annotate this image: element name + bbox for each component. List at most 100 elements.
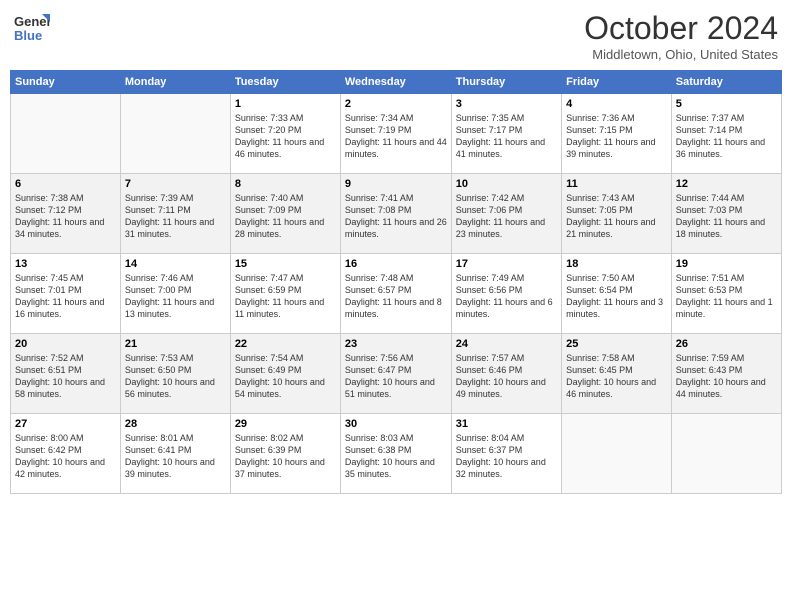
day-number: 4 xyxy=(566,98,667,110)
day-info: Sunrise: 8:02 AM Sunset: 6:39 PM Dayligh… xyxy=(235,432,336,481)
calendar-cell: 30 Sunrise: 8:03 AM Sunset: 6:38 PM Dayli… xyxy=(340,414,451,494)
calendar-cell: 5 Sunrise: 7:37 AM Sunset: 7:14 PM Daylig… xyxy=(671,94,781,174)
calendar-cell: 29 Sunrise: 8:02 AM Sunset: 6:39 PM Dayli… xyxy=(230,414,340,494)
day-info: Sunrise: 7:36 AM Sunset: 7:15 PM Dayligh… xyxy=(566,112,667,161)
day-info: Sunrise: 7:57 AM Sunset: 6:46 PM Dayligh… xyxy=(456,352,557,401)
calendar-week-1: 1Sunrise: 7:33 AM Sunset: 7:20 PM Daylig… xyxy=(11,94,782,174)
page-header: General Blue October 2024 Middletown, Oh… xyxy=(10,10,782,62)
calendar-cell: 22 Sunrise: 7:54 AM Sunset: 6:49 PM Dayli… xyxy=(230,334,340,414)
calendar-cell: 11 Sunrise: 7:43 AM Sunset: 7:05 PM Dayli… xyxy=(562,174,672,254)
day-number: 6 xyxy=(15,178,116,190)
day-info: Sunrise: 7:59 AM Sunset: 6:43 PM Dayligh… xyxy=(676,352,777,401)
calendar-cell: 13 Sunrise: 7:45 AM Sunset: 7:01 PM Dayli… xyxy=(11,254,121,334)
day-number: 27 xyxy=(15,418,116,430)
day-number: 28 xyxy=(125,418,226,430)
location: Middletown, Ohio, United States xyxy=(584,47,778,62)
day-number: 24 xyxy=(456,338,557,350)
calendar-cell: 21Sunrise: 7:53 AM Sunset: 6:50 PM Dayli… xyxy=(120,334,230,414)
calendar-cell: 25 Sunrise: 7:58 AM Sunset: 6:45 PM Dayli… xyxy=(562,334,672,414)
calendar-cell: 26Sunrise: 7:59 AM Sunset: 6:43 PM Dayli… xyxy=(671,334,781,414)
calendar-cell: 17Sunrise: 7:49 AM Sunset: 6:56 PM Dayli… xyxy=(451,254,561,334)
day-number: 30 xyxy=(345,418,447,430)
calendar-cell xyxy=(120,94,230,174)
day-number: 2 xyxy=(345,98,447,110)
day-number: 7 xyxy=(125,178,226,190)
day-number: 18 xyxy=(566,258,667,270)
day-info: Sunrise: 7:44 AM Sunset: 7:03 PM Dayligh… xyxy=(676,192,777,241)
day-number: 10 xyxy=(456,178,557,190)
logo-icon: General Blue xyxy=(14,10,50,46)
day-info: Sunrise: 7:53 AM Sunset: 6:50 PM Dayligh… xyxy=(125,352,226,401)
day-number: 31 xyxy=(456,418,557,430)
day-number: 9 xyxy=(345,178,447,190)
calendar-week-4: 20Sunrise: 7:52 AM Sunset: 6:51 PM Dayli… xyxy=(11,334,782,414)
day-number: 22 xyxy=(235,338,336,350)
day-number: 13 xyxy=(15,258,116,270)
calendar-cell: 14 Sunrise: 7:46 AM Sunset: 7:00 PM Dayli… xyxy=(120,254,230,334)
day-number: 3 xyxy=(456,98,557,110)
header-wednesday: Wednesday xyxy=(340,71,451,94)
calendar-week-5: 27 Sunrise: 8:00 AM Sunset: 6:42 PM Dayli… xyxy=(11,414,782,494)
day-info: Sunrise: 7:46 AM Sunset: 7:00 PM Dayligh… xyxy=(125,272,226,321)
day-info: Sunrise: 7:45 AM Sunset: 7:01 PM Dayligh… xyxy=(15,272,116,321)
calendar-cell: 15Sunrise: 7:47 AM Sunset: 6:59 PM Dayli… xyxy=(230,254,340,334)
calendar-week-3: 13 Sunrise: 7:45 AM Sunset: 7:01 PM Dayli… xyxy=(11,254,782,334)
day-info: Sunrise: 7:40 AM Sunset: 7:09 PM Dayligh… xyxy=(235,192,336,241)
calendar-cell: 16Sunrise: 7:48 AM Sunset: 6:57 PM Dayli… xyxy=(340,254,451,334)
day-number: 8 xyxy=(235,178,336,190)
day-info: Sunrise: 7:56 AM Sunset: 6:47 PM Dayligh… xyxy=(345,352,447,401)
day-info: Sunrise: 7:38 AM Sunset: 7:12 PM Dayligh… xyxy=(15,192,116,241)
calendar-cell: 9 Sunrise: 7:41 AM Sunset: 7:08 PM Daylig… xyxy=(340,174,451,254)
header-sunday: Sunday xyxy=(11,71,121,94)
day-number: 25 xyxy=(566,338,667,350)
calendar-cell xyxy=(671,414,781,494)
calendar-cell: 8 Sunrise: 7:40 AM Sunset: 7:09 PM Daylig… xyxy=(230,174,340,254)
calendar-header-row: SundayMondayTuesdayWednesdayThursdayFrid… xyxy=(11,71,782,94)
day-number: 15 xyxy=(235,258,336,270)
calendar-cell xyxy=(11,94,121,174)
day-info: Sunrise: 7:58 AM Sunset: 6:45 PM Dayligh… xyxy=(566,352,667,401)
calendar-cell: 31 Sunrise: 8:04 AM Sunset: 6:37 PM Dayli… xyxy=(451,414,561,494)
day-number: 23 xyxy=(345,338,447,350)
day-info: Sunrise: 7:35 AM Sunset: 7:17 PM Dayligh… xyxy=(456,112,557,161)
day-info: Sunrise: 8:03 AM Sunset: 6:38 PM Dayligh… xyxy=(345,432,447,481)
day-info: Sunrise: 7:42 AM Sunset: 7:06 PM Dayligh… xyxy=(456,192,557,241)
day-number: 12 xyxy=(676,178,777,190)
calendar-cell: 27 Sunrise: 8:00 AM Sunset: 6:42 PM Dayli… xyxy=(11,414,121,494)
day-number: 19 xyxy=(676,258,777,270)
calendar-cell: 4 Sunrise: 7:36 AM Sunset: 7:15 PM Daylig… xyxy=(562,94,672,174)
header-saturday: Saturday xyxy=(671,71,781,94)
day-info: Sunrise: 8:00 AM Sunset: 6:42 PM Dayligh… xyxy=(15,432,116,481)
calendar-cell: 10 Sunrise: 7:42 AM Sunset: 7:06 PM Dayli… xyxy=(451,174,561,254)
day-info: Sunrise: 7:48 AM Sunset: 6:57 PM Dayligh… xyxy=(345,272,447,321)
day-info: Sunrise: 7:54 AM Sunset: 6:49 PM Dayligh… xyxy=(235,352,336,401)
day-info: Sunrise: 7:33 AM Sunset: 7:20 PM Dayligh… xyxy=(235,112,336,161)
day-number: 11 xyxy=(566,178,667,190)
calendar-cell: 2Sunrise: 7:34 AM Sunset: 7:19 PM Daylig… xyxy=(340,94,451,174)
day-info: Sunrise: 7:43 AM Sunset: 7:05 PM Dayligh… xyxy=(566,192,667,241)
day-number: 5 xyxy=(676,98,777,110)
day-number: 20 xyxy=(15,338,116,350)
day-info: Sunrise: 7:39 AM Sunset: 7:11 PM Dayligh… xyxy=(125,192,226,241)
day-info: Sunrise: 7:41 AM Sunset: 7:08 PM Dayligh… xyxy=(345,192,447,241)
day-number: 14 xyxy=(125,258,226,270)
day-number: 29 xyxy=(235,418,336,430)
month-title: October 2024 xyxy=(584,10,778,47)
day-info: Sunrise: 8:01 AM Sunset: 6:41 PM Dayligh… xyxy=(125,432,226,481)
header-thursday: Thursday xyxy=(451,71,561,94)
calendar-cell: 23 Sunrise: 7:56 AM Sunset: 6:47 PM Dayli… xyxy=(340,334,451,414)
day-info: Sunrise: 7:37 AM Sunset: 7:14 PM Dayligh… xyxy=(676,112,777,161)
calendar-cell: 19 Sunrise: 7:51 AM Sunset: 6:53 PM Dayli… xyxy=(671,254,781,334)
svg-text:Blue: Blue xyxy=(14,28,42,43)
calendar-cell: 20Sunrise: 7:52 AM Sunset: 6:51 PM Dayli… xyxy=(11,334,121,414)
calendar-table: SundayMondayTuesdayWednesdayThursdayFrid… xyxy=(10,70,782,494)
calendar-week-2: 6 Sunrise: 7:38 AM Sunset: 7:12 PM Daylig… xyxy=(11,174,782,254)
day-info: Sunrise: 7:51 AM Sunset: 6:53 PM Dayligh… xyxy=(676,272,777,321)
calendar-cell: 28 Sunrise: 8:01 AM Sunset: 6:41 PM Dayli… xyxy=(120,414,230,494)
day-info: Sunrise: 8:04 AM Sunset: 6:37 PM Dayligh… xyxy=(456,432,557,481)
day-info: Sunrise: 7:50 AM Sunset: 6:54 PM Dayligh… xyxy=(566,272,667,321)
header-friday: Friday xyxy=(562,71,672,94)
title-block: October 2024 Middletown, Ohio, United St… xyxy=(584,10,778,62)
calendar-cell xyxy=(562,414,672,494)
calendar-cell: 7 Sunrise: 7:39 AM Sunset: 7:11 PM Daylig… xyxy=(120,174,230,254)
